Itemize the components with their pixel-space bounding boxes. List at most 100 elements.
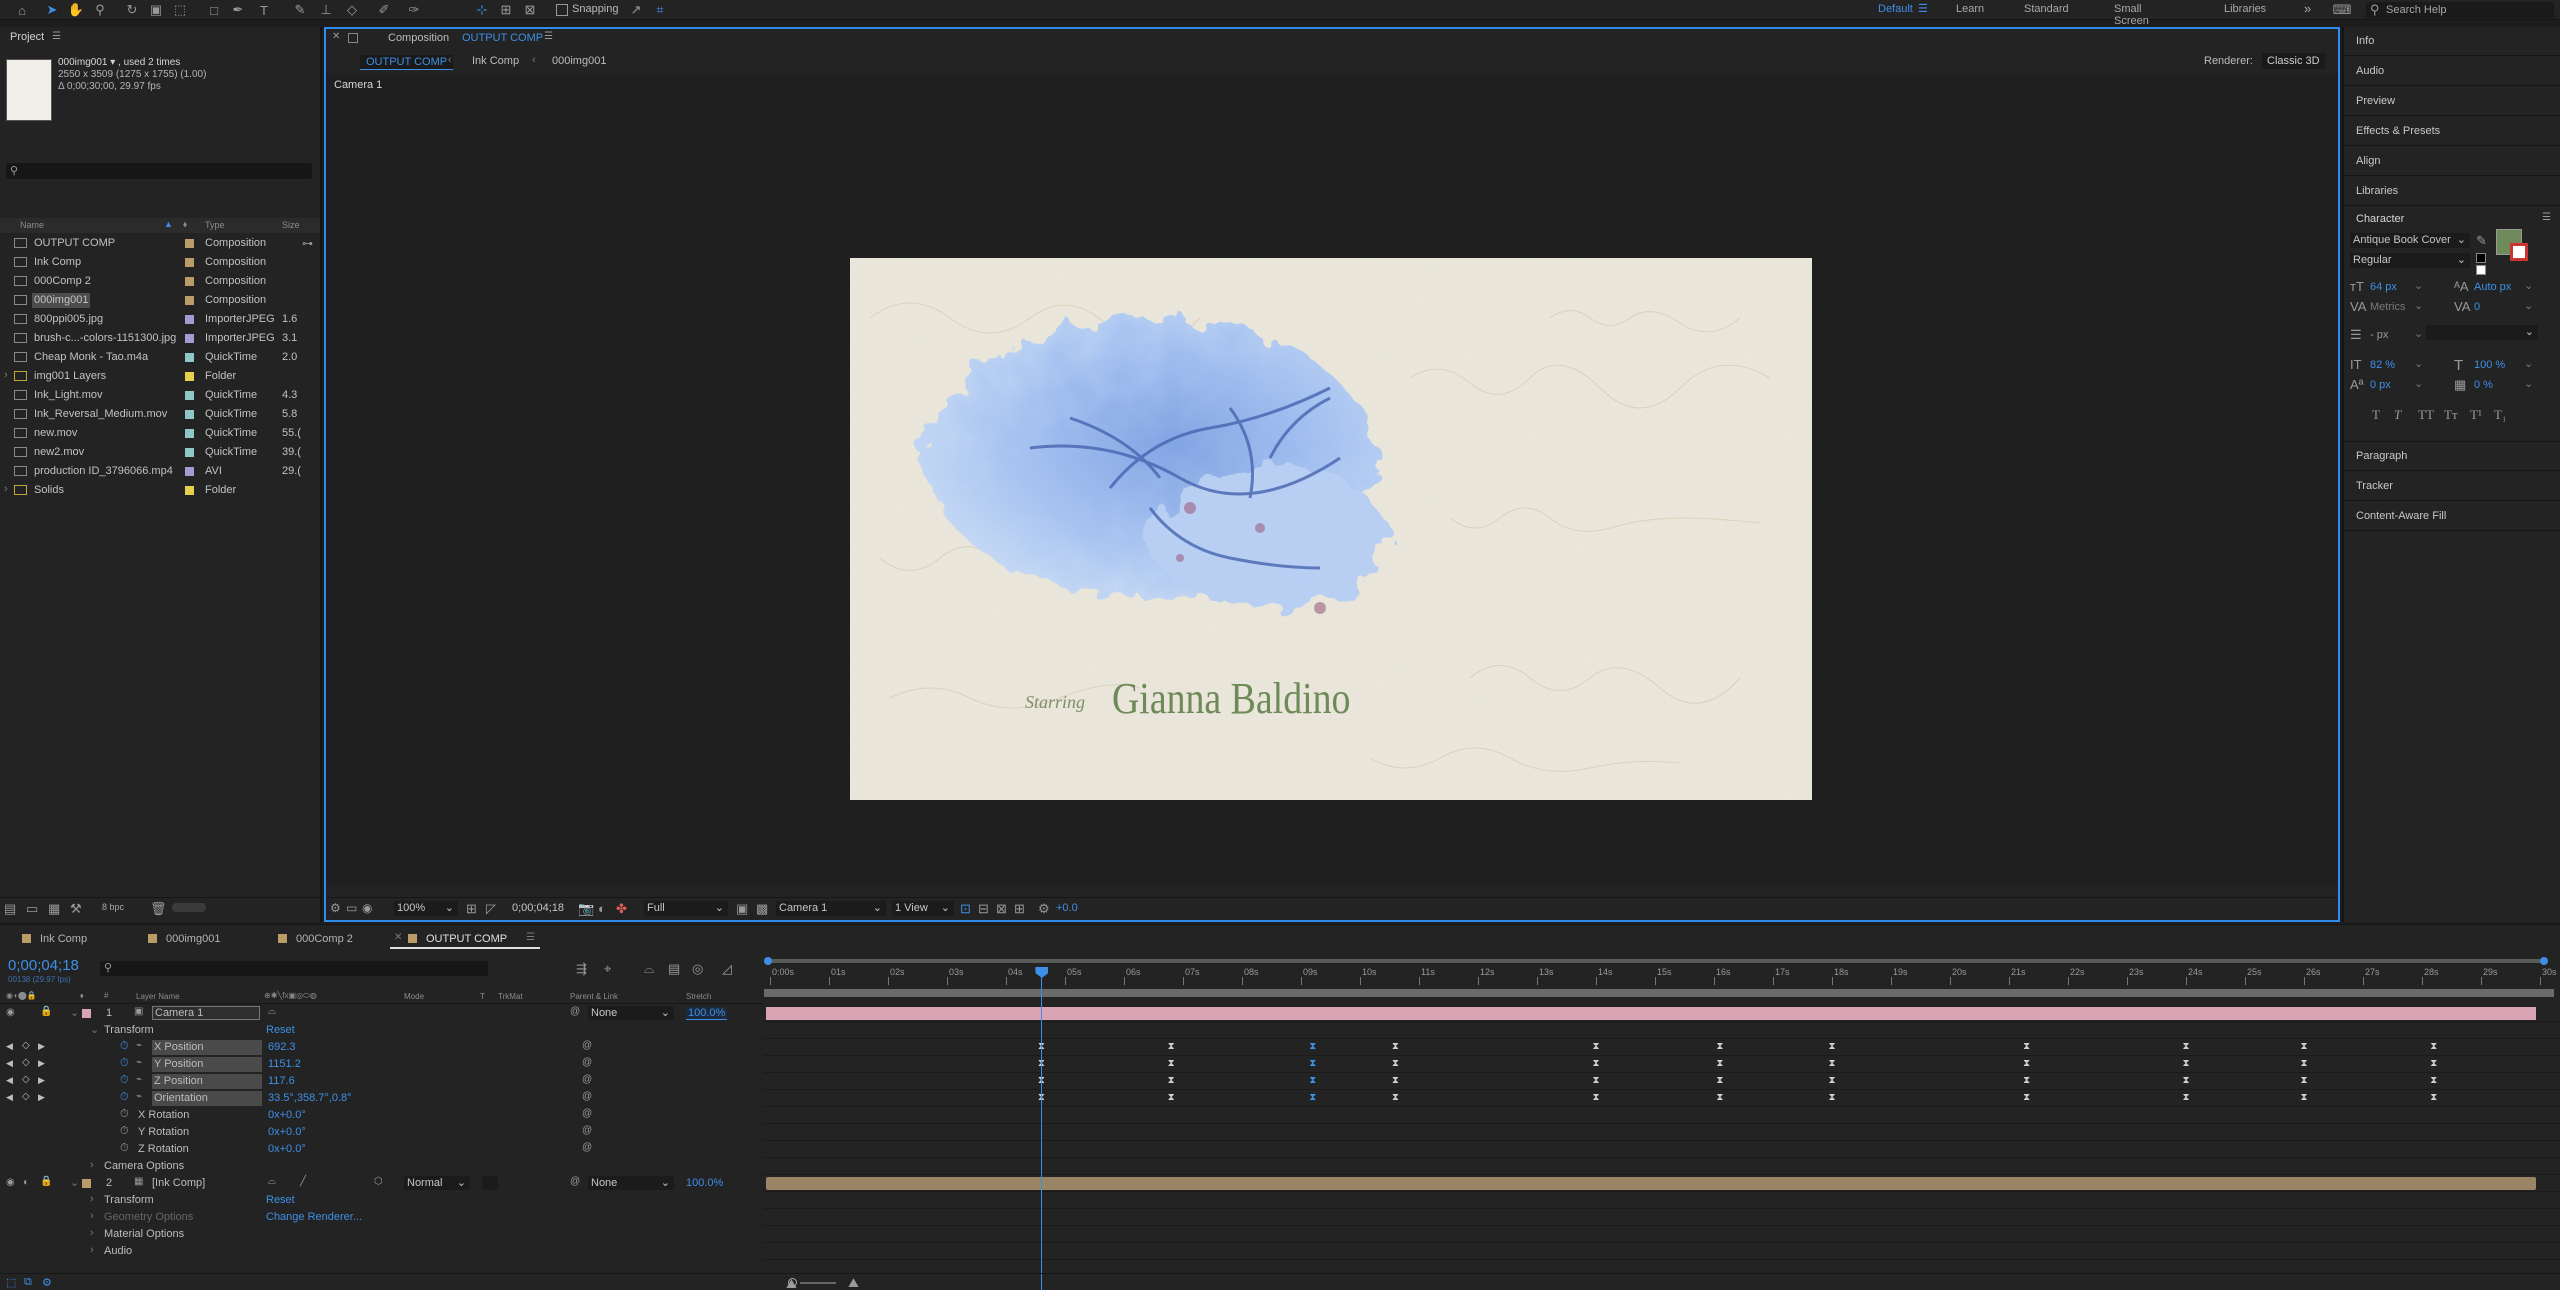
leading-value[interactable]: Auto px xyxy=(2474,281,2511,293)
add-keyframe-icon[interactable]: ◇ xyxy=(22,1057,30,1068)
fast-previews-icon[interactable]: ⊟ xyxy=(978,901,989,917)
rectangle-tool-icon[interactable]: □ xyxy=(206,2,222,18)
composition-frame[interactable]: Starring Gianna Baldino xyxy=(850,258,1812,800)
chevron-down-icon[interactable]: ⌄ xyxy=(2524,299,2533,312)
project-item-label-color[interactable] xyxy=(185,410,194,419)
pan-behind-tool-icon[interactable]: ⬚ xyxy=(172,2,188,18)
reset-transform-link[interactable]: Reset xyxy=(266,1024,295,1036)
show-channel-icon[interactable]: ✤ xyxy=(616,901,627,917)
canvas-starring-text[interactable]: Starring xyxy=(1025,692,1085,712)
project-item-label-color[interactable] xyxy=(185,277,194,286)
keyframe-icon[interactable]: ⧗ xyxy=(1716,1042,1724,1052)
add-keyframe-icon[interactable]: ◇ xyxy=(22,1091,30,1102)
transfer-controls-toggle-icon[interactable]: ⧉ xyxy=(24,1276,32,1289)
stroke-width-value[interactable]: - px xyxy=(2370,329,2388,341)
sort-ascending-icon[interactable]: ▲ xyxy=(164,219,173,229)
layer-label-color[interactable] xyxy=(82,1009,91,1018)
reset-exposure-icon[interactable]: ⚙ xyxy=(1038,901,1050,917)
camera-options-row[interactable]: › Camera Options xyxy=(0,1158,762,1175)
keyframe-icon[interactable]: ⧗ xyxy=(1391,1059,1399,1069)
chevron-down-icon[interactable]: ⌄ xyxy=(2414,279,2423,292)
workspace-libraries[interactable]: Libraries xyxy=(2224,3,2266,15)
font-size-value[interactable]: 64 px xyxy=(2370,281,2397,293)
time-navigator-track[interactable] xyxy=(767,959,2541,963)
breadcrumb-000img001[interactable]: 000img001 xyxy=(552,55,606,67)
workspace-small-screen[interactable]: Small Screen xyxy=(2114,3,2149,27)
flowchart-icon[interactable]: ⊞ xyxy=(1014,901,1025,917)
panel-section-content-aware-fill[interactable]: Content-Aware Fill xyxy=(2344,502,2560,531)
always-preview-icon[interactable]: ⚙ xyxy=(330,901,341,915)
snap-edges-icon[interactable]: ↗ xyxy=(628,2,644,18)
project-item-row[interactable]: 000img001 Composition xyxy=(0,291,320,310)
property-name[interactable]: X Position xyxy=(152,1040,262,1055)
workspace-standard[interactable]: Standard xyxy=(2024,3,2069,15)
keyframe-icon[interactable]: ⧗ xyxy=(2023,1042,2031,1052)
project-item-row[interactable]: 000Comp 2 Composition xyxy=(0,272,320,291)
chevron-down-icon[interactable]: ⌄ xyxy=(2414,357,2423,370)
project-item-label-color[interactable] xyxy=(185,448,194,457)
timeline-search-input[interactable]: ⚲ xyxy=(100,961,488,976)
font-style-dropdown[interactable]: Regular ⌄ xyxy=(2350,253,2470,268)
project-item-label-color[interactable] xyxy=(185,429,194,438)
breadcrumb-ink-comp[interactable]: Ink Comp xyxy=(472,55,519,67)
snapping-checkbox[interactable] xyxy=(556,4,568,16)
visibility-eye-icon[interactable]: ◉ xyxy=(6,1177,15,1188)
keyframe-icon[interactable]: ⧗ xyxy=(2182,1042,2190,1052)
sync-settings-icon[interactable]: ⌨ xyxy=(2333,2,2352,18)
faux-italic-icon[interactable]: T xyxy=(2394,407,2401,423)
camera-view-dropdown[interactable]: Camera 1 ⌄ xyxy=(776,901,886,916)
chevron-down-icon[interactable]: ⌄ xyxy=(2524,377,2533,390)
audio-icon[interactable]: ◖ xyxy=(22,1177,28,1188)
project-item-label-color[interactable] xyxy=(185,353,194,362)
zoom-slider[interactable] xyxy=(800,1282,836,1284)
column-name[interactable]: Name xyxy=(20,220,44,230)
property-row[interactable]: ◀ ◇ ▶ ⏱ ⌁ Y Position 1151.2 @ xyxy=(0,1056,762,1073)
selection-tool-icon[interactable]: ➤ xyxy=(44,2,60,18)
workspace-menu-icon[interactable]: ☰ xyxy=(1918,2,1928,15)
expression-pickwhip-icon[interactable]: @ xyxy=(582,1074,592,1085)
search-help-input[interactable]: ⚲ Search Help xyxy=(2366,2,2554,18)
project-item-label-color[interactable] xyxy=(185,239,194,248)
shy-layers-icon[interactable]: ⌓ xyxy=(644,961,654,977)
canvas-name-text[interactable]: Gianna Baldino xyxy=(1112,673,1350,722)
property-row[interactable]: ⏱ X Rotation 0x+0.0° @ xyxy=(0,1107,762,1124)
timeline-icon[interactable]: ⊠ xyxy=(996,901,1007,917)
timeline-graph-area[interactable]: 0:00s 01s 02s 03s 04s 05s 06s 07s 08s 09s 10s 11s 12… xyxy=(764,955,2560,1290)
panel-section-preview[interactable]: Preview xyxy=(2344,87,2560,116)
tracking-value[interactable]: 0 xyxy=(2474,301,2480,313)
in-out-toggle-icon[interactable]: ⚙ xyxy=(42,1276,52,1289)
expand-arrow-icon[interactable]: › xyxy=(90,1193,94,1205)
new-composition-icon[interactable]: ▦ xyxy=(48,901,60,917)
navigator-start-handle[interactable] xyxy=(764,957,772,965)
property-value[interactable]: 692.3 xyxy=(268,1041,296,1053)
keyframe-icon[interactable]: ⧗ xyxy=(1309,1042,1317,1052)
snapshot-camera-icon[interactable]: 📷 xyxy=(578,901,594,917)
keyframe-icon[interactable]: ⧗ xyxy=(1309,1093,1317,1103)
superscript-icon[interactable]: T¹ xyxy=(2470,407,2482,423)
keyframe-icon[interactable]: ⧗ xyxy=(2182,1059,2190,1069)
layer-duration-bar[interactable] xyxy=(766,1177,2536,1190)
column-parent[interactable]: Parent & Link xyxy=(570,992,618,1001)
draft-3d-icon[interactable]: ⌖ xyxy=(604,961,611,977)
monitor-icon[interactable]: ▭ xyxy=(346,901,357,915)
thumbnail-size-slider[interactable] xyxy=(172,903,206,912)
property-row[interactable]: ⏱ Y Rotation 0x+0.0° @ xyxy=(0,1124,762,1141)
workspace-default[interactable]: Default xyxy=(1878,3,1913,15)
visibility-eye-icon[interactable]: ◉ xyxy=(6,1007,15,1018)
work-area-bar[interactable] xyxy=(764,957,2560,965)
show-snapshot-icon[interactable]: ◐ xyxy=(598,901,606,916)
view-layout-dropdown[interactable]: 1 View ⌄ xyxy=(892,901,954,916)
expression-pickwhip-icon[interactable]: @ xyxy=(582,1125,592,1136)
project-item-label-color[interactable] xyxy=(185,486,194,495)
layer-group-row[interactable]: › Geometry Options Change Renderer... xyxy=(0,1209,762,1226)
keyframe-icon[interactable]: ⧗ xyxy=(1716,1059,1724,1069)
project-item-row[interactable]: production ID_3796066.mp4 AVI 29.( xyxy=(0,462,320,481)
baseline-shift-value[interactable]: 0 px xyxy=(2370,379,2391,391)
timeline-tab[interactable]: 000Comp 2 xyxy=(296,933,353,945)
panel-section-info[interactable]: Info xyxy=(2344,27,2560,56)
work-area-range[interactable] xyxy=(764,989,2554,997)
hand-tool-icon[interactable]: ✋ xyxy=(68,2,84,18)
project-item-row[interactable]: new.mov QuickTime 55.( xyxy=(0,424,320,443)
chevron-down-icon[interactable]: ⌄ xyxy=(2414,327,2423,340)
layer-group-row[interactable]: › Audio xyxy=(0,1243,762,1260)
